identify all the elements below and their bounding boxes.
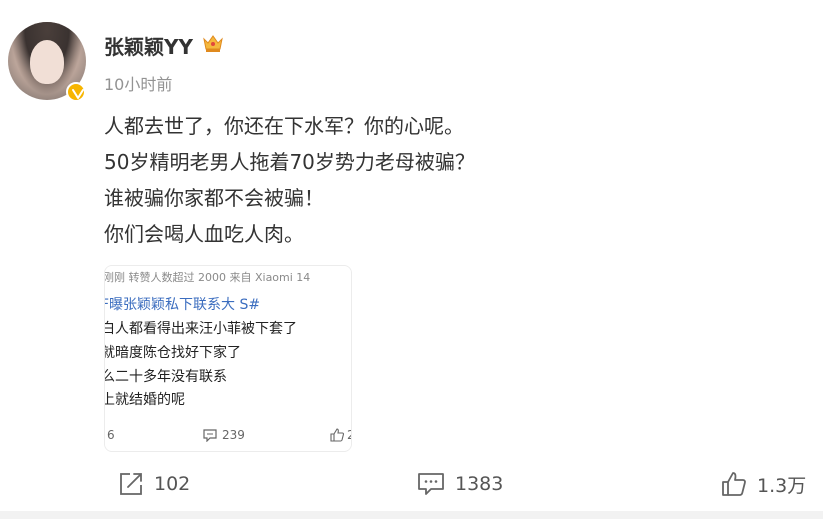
like-button[interactable]: 1.3万 xyxy=(721,470,806,498)
thumb-comment-icon xyxy=(203,428,217,442)
thumb-line: 白人都看得出来汪小菲被下套了 xyxy=(104,321,297,337)
comment-icon xyxy=(418,473,444,495)
thumb-like-value: 2 xyxy=(347,428,351,442)
card-bottom-divider xyxy=(0,511,823,519)
thumb-line: 就暗度陈仓找好下家了 xyxy=(104,345,241,361)
thumb-topic-link: F曝张颖颖私下联系大 S# xyxy=(104,297,261,313)
thumb-like-icon xyxy=(330,428,344,442)
like-icon xyxy=(722,472,746,496)
thumb-comment-count: 239 xyxy=(203,428,245,442)
crown-vip-icon[interactable] xyxy=(202,32,224,58)
post-timestamp[interactable]: 10小时前 xyxy=(104,71,172,95)
thumb-comment-value: 239 xyxy=(222,428,245,442)
repost-button[interactable]: 102 xyxy=(118,470,190,498)
repost-count: 102 xyxy=(154,473,191,495)
thumb-repost-count: 6 xyxy=(107,428,115,442)
thumb-line: 上就结婚的呢 xyxy=(104,392,185,408)
avatar-face xyxy=(30,40,64,84)
attached-image[interactable]: 刚刚 转赞人数超过 2000 来自 Xiaomi 14 F曝张颖颖私下联系大 S… xyxy=(104,265,352,452)
post-line: 你们会喝人血吃人肉。 xyxy=(104,222,304,246)
thumb-line: 么二十多年没有联系 xyxy=(104,369,227,385)
like-count: 1.3万 xyxy=(757,474,807,497)
post-line: 谁被骗你家都不会被骗！ xyxy=(104,186,324,210)
attached-image-content: 刚刚 转赞人数超过 2000 来自 Xiaomi 14 F曝张颖颖私下联系大 S… xyxy=(104,266,351,451)
post-line: 50岁精明老男人拖着70岁势力老母被骗？ xyxy=(104,150,475,174)
comment-button[interactable]: 1383 xyxy=(417,470,503,498)
verified-badge-icon xyxy=(66,82,86,102)
thumb-meta: 刚刚 转赞人数超过 2000 来自 Xiaomi 14 xyxy=(104,271,311,284)
username[interactable]: 张颖颖YY xyxy=(104,31,193,60)
repost-icon xyxy=(120,473,142,495)
thumb-like-count: 2 xyxy=(330,428,351,442)
post-body: 人都去世了，你还在下水军？你的心呢。 50岁精明老男人拖着70岁势力老母被骗？ … xyxy=(104,108,664,252)
comment-count: 1383 xyxy=(455,473,504,495)
post-line: 人都去世了，你还在下水军？你的心呢。 xyxy=(104,114,464,138)
